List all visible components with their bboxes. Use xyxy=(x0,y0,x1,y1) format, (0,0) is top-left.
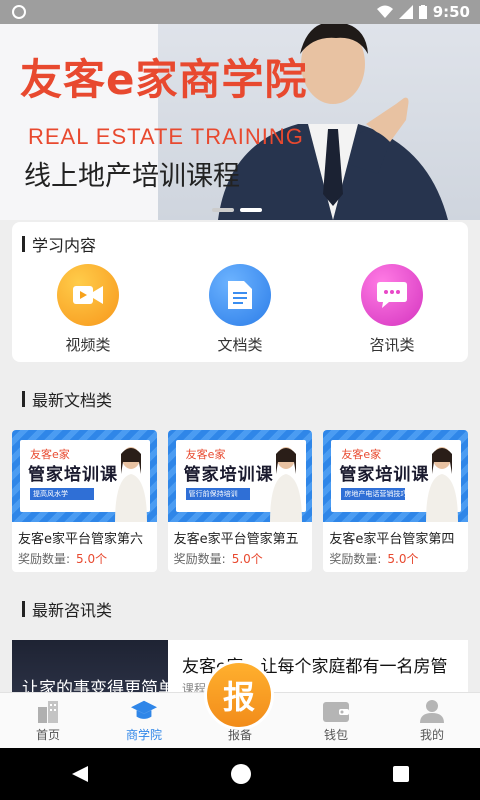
document-icon xyxy=(209,264,271,326)
status-icons: 9:50 xyxy=(376,3,470,21)
doc-reward: 奖励数量: 5.0个 xyxy=(18,550,107,567)
tab-profile-label: 我的 xyxy=(419,728,444,742)
status-bar: 9:50 xyxy=(0,0,480,24)
doc-reward-label: 奖励数量: xyxy=(173,552,226,566)
carousel-dot xyxy=(212,208,234,212)
category-document[interactable]: 文档类 xyxy=(164,264,316,355)
person-icon xyxy=(419,698,445,724)
banner-subtitle: 线上地产培训课程 xyxy=(24,161,240,192)
tab-academy-label: 商学院 xyxy=(125,728,162,742)
banner-subtitle-en: REAL ESTATE TRAINING xyxy=(28,124,304,149)
doc-title: 友客e家平台管家第六 xyxy=(18,532,143,547)
wallet-icon xyxy=(323,698,349,724)
doc-reward-value: 5.0个 xyxy=(76,552,108,566)
recents-icon[interactable] xyxy=(392,765,410,783)
back-icon[interactable] xyxy=(70,764,90,784)
battery-icon xyxy=(418,5,427,19)
tab-academy[interactable]: 商学院 xyxy=(96,693,192,748)
doc-thumbnail: 友客e家 管家培训课 房地产电话营销技巧 xyxy=(323,430,469,522)
notification-icon xyxy=(12,5,26,19)
woman-illustration xyxy=(426,447,459,522)
tab-wallet-label: 钱包 xyxy=(323,728,348,742)
carousel-dot-active xyxy=(240,208,262,212)
doc-thumb-heading: 管家培训课 xyxy=(339,465,430,485)
doc-title: 友客e家平台管家第五 xyxy=(173,532,299,547)
video-icon xyxy=(57,264,119,326)
learning-section-title: 学习内容 xyxy=(22,232,96,256)
doc-reward: 奖励数量: 5.0个 xyxy=(174,550,263,567)
carousel-indicator xyxy=(212,208,262,212)
home-icon[interactable] xyxy=(230,763,252,785)
news-section-title: 最新咨讯类 xyxy=(22,597,112,621)
doc-card[interactable]: 友客e家 管家培训课 提高风水学 友客e家平台管家第六 奖励数量: 5.0个 xyxy=(12,430,157,572)
graduation-cap-icon xyxy=(131,698,157,724)
tab-profile[interactable]: 我的 xyxy=(384,693,480,748)
tab-home-label: 首页 xyxy=(35,728,60,742)
woman-illustration xyxy=(114,447,147,522)
building-icon xyxy=(35,698,61,724)
doc-thumb-tag: 房地产电话营销技巧 xyxy=(344,490,406,498)
tab-home[interactable]: 首页 xyxy=(0,693,96,748)
doc-reward-label: 奖励数量: xyxy=(18,552,71,566)
doc-thumb-heading: 管家培训课 xyxy=(28,465,118,485)
learning-categories: 视频类 文档类 咨讯类 xyxy=(12,264,468,355)
system-navigation-bar xyxy=(0,748,480,800)
news-thumbnail: 让家的事变得更简单 xyxy=(12,640,175,700)
report-glyph: 报 xyxy=(222,678,255,716)
category-news[interactable]: 咨讯类 xyxy=(316,264,468,355)
report-floating-button[interactable]: 报 xyxy=(204,660,274,730)
doc-card[interactable]: 友客e家 管家培训课 房地产电话营销技巧 友客e家平台管家第四 奖励数量: 5.0… xyxy=(323,430,469,572)
docs-list: 友客e家 管家培训课 提高风水学 友客e家平台管家第六 奖励数量: 5.0个 友客… xyxy=(12,430,469,572)
doc-reward-label: 奖励数量: xyxy=(329,552,382,566)
woman-illustration xyxy=(270,447,303,522)
doc-reward-value: 5.0个 xyxy=(387,552,419,566)
wifi-icon xyxy=(376,5,393,18)
category-video[interactable]: 视频类 xyxy=(12,264,164,355)
status-time: 9:50 xyxy=(432,3,470,21)
doc-thumbnail: 友客e家 管家培训课 提高风水学 xyxy=(12,430,157,522)
docs-section-title: 最新文档类 xyxy=(22,387,112,411)
doc-card[interactable]: 友客e家 管家培训课 管行前保持培训 友客e家平台管家第五 奖励数量: 5.0个 xyxy=(167,430,313,572)
doc-thumbnail: 友客e家 管家培训课 管行前保持培训 xyxy=(167,430,313,522)
category-document-label: 文档类 xyxy=(217,336,263,354)
banner-carousel[interactable]: 友客e家商学院 REAL ESTATE TRAINING 线上地产培训课程 xyxy=(0,24,480,220)
doc-thumb-tag: 提高风水学 xyxy=(33,490,68,498)
tab-wallet[interactable]: 钱包 xyxy=(288,693,384,748)
category-news-label: 咨讯类 xyxy=(369,336,415,354)
doc-thumb-tag: 管行前保持培训 xyxy=(188,490,238,498)
doc-reward-value: 5.0个 xyxy=(231,552,263,566)
signal-icon xyxy=(398,5,413,19)
banner-title: 友客e家商学院 xyxy=(20,55,308,104)
doc-title: 友客e家平台管家第四 xyxy=(329,532,455,547)
learning-content-card: 学习内容 视频类 文档类 咨讯类 xyxy=(12,222,468,362)
category-video-label: 视频类 xyxy=(65,336,111,354)
chat-icon xyxy=(361,264,423,326)
doc-reward: 奖励数量: 5.0个 xyxy=(329,550,418,567)
doc-thumb-heading: 管家培训课 xyxy=(183,465,274,485)
